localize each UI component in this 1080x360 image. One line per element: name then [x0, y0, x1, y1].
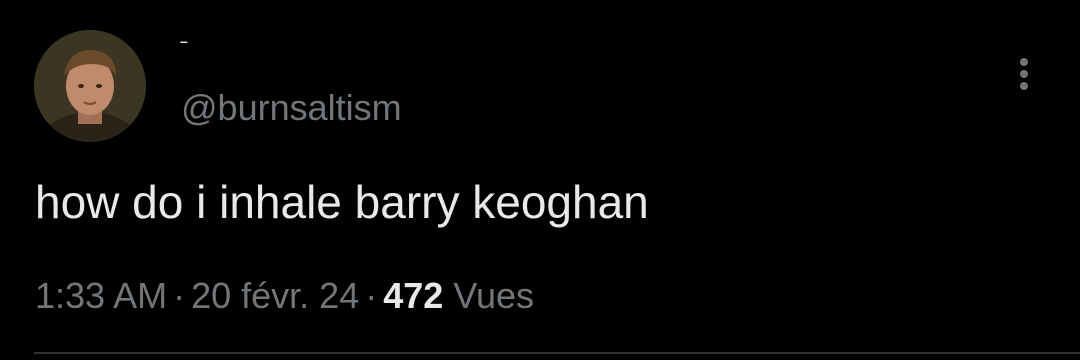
more-vertical-icon[interactable]	[1008, 52, 1040, 96]
more-dot	[1020, 70, 1028, 78]
meta-separator: ·	[173, 275, 186, 316]
tweet-date[interactable]: 20 févr. 24	[191, 275, 359, 316]
tweet-time[interactable]: 1:33 AM	[35, 275, 167, 316]
meta-separator: ·	[365, 275, 378, 316]
more-dot	[1020, 82, 1028, 90]
avatar-photo	[34, 30, 146, 142]
user-handle[interactable]: @burnsaltism	[181, 86, 402, 130]
divider	[34, 352, 1080, 354]
more-dot	[1020, 58, 1028, 66]
tweet-meta: 1:33 AM · 20 févr. 24 · 472 Vues	[35, 274, 534, 318]
display-name[interactable]: –	[180, 34, 189, 48]
tweet-text: how do i inhale barry keoghan	[35, 176, 649, 228]
views-label[interactable]: Vues	[453, 275, 534, 316]
tweet-card[interactable]: – @burnsaltism how do i inhale barry keo…	[0, 0, 1080, 360]
views-count[interactable]: 472	[383, 275, 443, 316]
avatar[interactable]	[34, 30, 146, 142]
